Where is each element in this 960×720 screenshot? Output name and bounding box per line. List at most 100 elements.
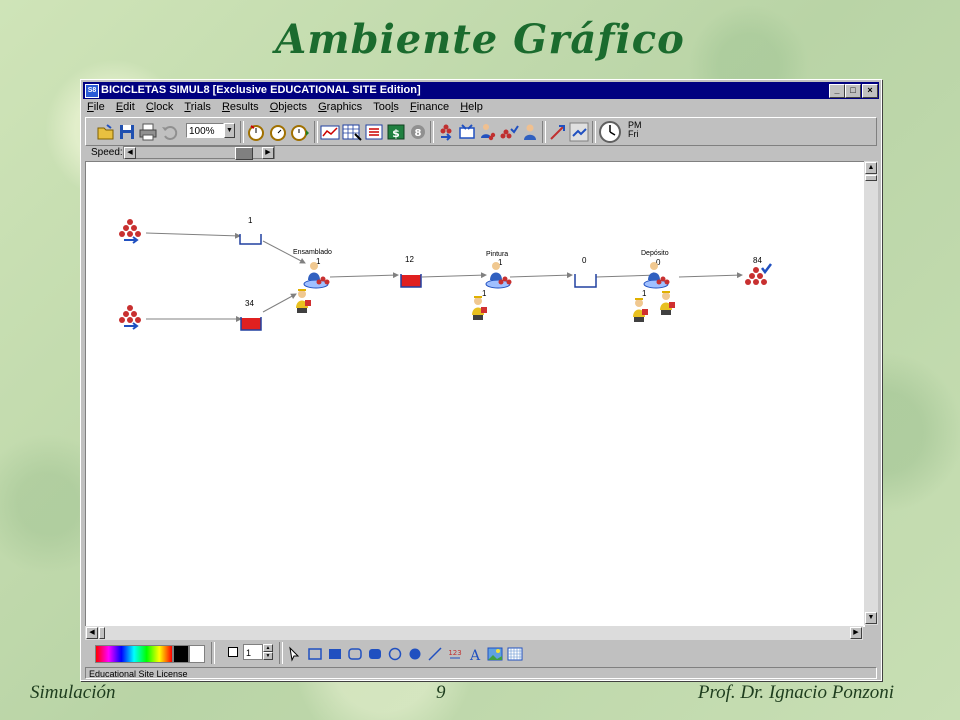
route-line [509, 272, 573, 279]
finance-dollar-icon[interactable]: $ [386, 122, 406, 142]
window-title: BICICLETAS SIMUL8 [Exclusive EDUCATIONAL… [101, 84, 421, 96]
rounded-rect-outline-icon[interactable] [347, 646, 363, 662]
undo-icon[interactable] [159, 122, 179, 142]
menu-edit[interactable]: Edit [112, 100, 139, 113]
speed-label: Speed: [91, 147, 123, 158]
scroll-down-arrow[interactable]: ▼ [865, 612, 877, 624]
work-exit-point-icon[interactable] [499, 122, 519, 142]
menu-help[interactable]: Help [456, 100, 487, 113]
line-tool-icon[interactable] [427, 646, 443, 662]
print-icon[interactable] [138, 122, 158, 142]
route-arrow-icon[interactable] [548, 122, 568, 142]
menu-objects[interactable]: Objects [266, 100, 311, 113]
close-button[interactable]: × [862, 84, 878, 98]
speed-left-arrow[interactable]: ◀ [124, 147, 136, 159]
numeric-label-icon[interactable]: 123 [447, 646, 463, 662]
maximize-button[interactable]: □ [845, 84, 861, 98]
work-center-icon[interactable] [478, 122, 498, 142]
color-swatch-white[interactable] [189, 645, 205, 663]
open-folder-icon[interactable] [96, 122, 116, 142]
route-line [262, 293, 297, 313]
text-tool-icon[interactable]: A [467, 646, 483, 662]
resource-worker-pintura[interactable] [472, 296, 487, 320]
status-bar: Educational Site License [85, 667, 877, 679]
speed-slider[interactable]: ◀ ▶ [123, 146, 275, 160]
ellipse-filled-icon[interactable] [407, 646, 423, 662]
ellipse-outline-icon[interactable] [387, 646, 403, 662]
scroll-right-arrow[interactable]: ▶ [850, 627, 862, 639]
route-edit-icon[interactable] [569, 122, 589, 142]
line-graph-icon[interactable] [320, 122, 340, 142]
menu-clock[interactable]: Clock [142, 100, 178, 113]
simul8-app-icon[interactable]: S8 [85, 84, 99, 98]
line-width-down-arrow[interactable]: ▼ [263, 652, 273, 660]
speed-right-arrow[interactable]: ▶ [262, 147, 274, 159]
simulation-canvas[interactable]: 1 34 Ensamblado 1 12 Pintura 1 1 0 Depós… [85, 161, 865, 627]
work-exit-point[interactable] [745, 263, 772, 285]
menu-trials[interactable]: Trials [180, 100, 214, 113]
toolbar-separator [542, 121, 546, 143]
work-center-pintura[interactable] [485, 262, 512, 289]
storage-bin-1[interactable] [239, 234, 262, 245]
resource-icon[interactable] [520, 122, 540, 142]
menu-tools[interactable]: Tools [369, 100, 403, 113]
menu-finance[interactable]: Finance [406, 100, 453, 113]
menu-graphics[interactable]: Graphics [314, 100, 366, 113]
svg-text:$: $ [392, 127, 400, 140]
deposito-label: Depósito [641, 250, 669, 257]
help-eight-ball-icon[interactable]: 8 [408, 122, 428, 142]
scroll-left-arrow[interactable]: ◀ [86, 627, 98, 639]
canvas-vertical-scrollbar[interactable]: ▲ ▼ [864, 161, 878, 625]
menu-file[interactable]: File [83, 100, 109, 113]
reset-clock-icon[interactable] [290, 122, 310, 142]
pointer-select-icon[interactable] [287, 646, 303, 662]
resource-worker-ensamblado[interactable] [296, 289, 311, 313]
queue2-count: 34 [245, 299, 254, 308]
horizontal-scroll-thumb[interactable] [99, 627, 105, 639]
footer-author: Prof. Dr. Ignacio Ponzoni [697, 682, 894, 703]
step-clock-icon[interactable] [268, 122, 288, 142]
work-entry-point-1[interactable] [119, 219, 141, 244]
storage-bin-3[interactable] [400, 274, 422, 288]
storage-bin-4[interactable] [574, 274, 597, 288]
ensamblado-label: Ensamblado [293, 249, 332, 256]
results-summary-icon[interactable] [364, 122, 384, 142]
vertical-scroll-thumb[interactable] [865, 175, 877, 181]
route-line [329, 272, 399, 279]
simulation-clock-icon[interactable] [598, 120, 622, 144]
queue4-count: 0 [582, 256, 587, 265]
rectangle-filled-icon[interactable] [327, 646, 343, 662]
deposito-resource-count: 1 [642, 289, 647, 298]
grid-tool-icon[interactable] [507, 646, 523, 662]
save-icon[interactable] [117, 122, 137, 142]
work-entry-point-2[interactable] [119, 305, 141, 330]
color-swatch-black[interactable] [173, 645, 189, 663]
rectangle-outline-icon[interactable] [307, 646, 323, 662]
color-palette[interactable] [95, 645, 173, 663]
storage-bin-icon[interactable] [457, 122, 477, 142]
run-clock-icon[interactable] [246, 122, 266, 142]
work-center-ensamblado[interactable] [303, 262, 330, 289]
footer-page-number: 9 [436, 682, 446, 703]
spreadsheet-results-icon[interactable] [342, 122, 362, 142]
resource-worker-deposito-1[interactable] [633, 298, 648, 322]
line-width-field[interactable]: 1 [243, 644, 263, 660]
speed-slider-thumb[interactable] [235, 147, 253, 160]
work-entry-point-icon[interactable] [436, 122, 456, 142]
window-titlebar[interactable]: S8 BICICLETAS SIMUL8 [Exclusive EDUCATIO… [83, 82, 879, 99]
svg-text:123: 123 [448, 649, 461, 657]
route-line [421, 272, 487, 279]
simul8-window: S8 BICICLETAS SIMUL8 [Exclusive EDUCATIO… [80, 79, 882, 681]
resource-worker-deposito-2[interactable] [660, 291, 675, 315]
menu-results[interactable]: Results [218, 100, 263, 113]
line-width-up-arrow[interactable]: ▲ [263, 644, 273, 652]
canvas-horizontal-scrollbar[interactable]: ◀ ▶ [85, 626, 863, 640]
scroll-up-arrow[interactable]: ▲ [865, 162, 877, 174]
image-tool-icon[interactable] [487, 646, 503, 662]
minimize-button[interactable]: _ [829, 84, 845, 98]
storage-bin-2[interactable] [240, 317, 262, 331]
zoom-dropdown-arrow[interactable]: ▼ [224, 123, 235, 138]
fill-checkbox[interactable] [228, 647, 238, 657]
zoom-select[interactable]: 100% [186, 123, 224, 138]
rounded-rect-filled-icon[interactable] [367, 646, 383, 662]
